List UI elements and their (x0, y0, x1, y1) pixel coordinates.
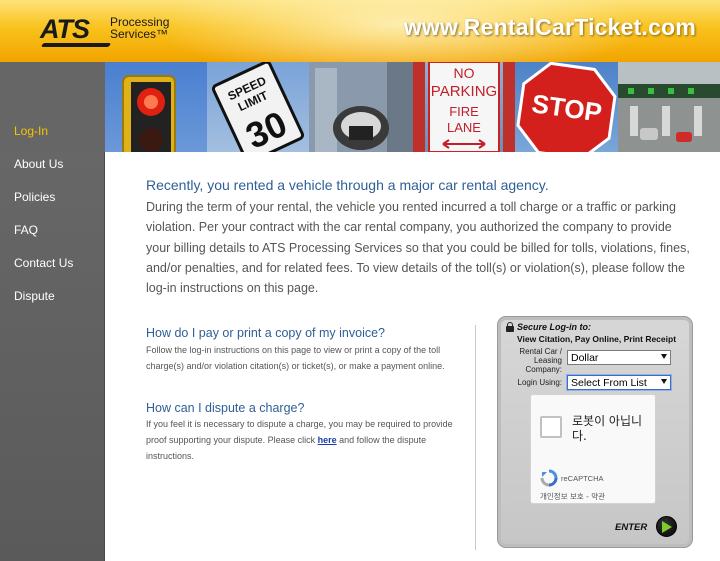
ats-logo[interactable]: ATS Processing Services™ (40, 14, 180, 47)
faq-pay-title: How do I pay or print a copy of my invoi… (146, 326, 386, 340)
login-using-label: Login Using: (517, 378, 562, 387)
photo-stop-sign: STOP (515, 62, 618, 152)
speed-limit-sign-image: SPEED LIMIT 30 (211, 62, 305, 152)
lock-icon (506, 322, 514, 332)
content-divider (475, 325, 476, 550)
login-subtitle: View Citation, Pay Online, Print Receipt (517, 334, 677, 344)
photo-parking-meter (309, 62, 413, 152)
svg-text:PARKING: PARKING (431, 83, 497, 100)
login-using-select-value: Select From List (571, 377, 647, 389)
logo-text: ATS (40, 14, 90, 44)
enter-label: ENTER (615, 522, 648, 533)
logo-swoosh (40, 43, 112, 47)
photo-traffic-light (105, 62, 207, 152)
photo-toll-plaza (618, 62, 720, 152)
faq-dispute-title: How can I dispute a charge? (146, 401, 305, 415)
recaptcha-widget: 로봇이 아닙니다. reCAPTCHA 개인정보 보호 - 약관 (530, 394, 656, 504)
sidebar-item-dispute[interactable]: Dispute (14, 289, 55, 303)
login-using-select[interactable]: Select From List (567, 375, 671, 390)
company-label-line2: Leasing (533, 356, 562, 365)
sidebar-item-policies[interactable]: Policies (14, 190, 55, 204)
svg-text:LANE: LANE (447, 120, 481, 135)
site-url: www.RentalCarTicket.com (403, 14, 696, 40)
photo-no-parking-sign: NO PARKING FIRE LANE (413, 62, 515, 152)
faq-dispute-body: If you feel it is necessary to dispute a… (146, 416, 466, 464)
sidebar-item-login[interactable]: Log-In (14, 124, 48, 138)
arrow-right-icon (662, 521, 672, 533)
login-title: Secure Log-in to: (517, 322, 591, 332)
photo-strip: SPEED LIMIT 30 NO PARKING FIRE LANE STOP (105, 62, 720, 152)
recaptcha-brand: reCAPTCHA (561, 474, 604, 483)
svg-text:FIRE: FIRE (449, 104, 479, 119)
toll-plaza-image (618, 62, 720, 152)
no-parking-sign-image: NO PARKING FIRE LANE (413, 62, 515, 152)
intro-title: Recently, you rented a vehicle through a… (146, 177, 549, 193)
photo-speed-limit-sign: SPEED LIMIT 30 (207, 62, 309, 152)
parking-meter-image (309, 62, 413, 152)
stop-sign-image: STOP (516, 62, 617, 152)
company-label: Rental Car / Leasing Company: (506, 347, 562, 374)
recaptcha-label: 로봇이 아닙니다. (572, 414, 643, 443)
chevron-down-icon (661, 354, 667, 359)
svg-text:NO: NO (454, 65, 475, 81)
chevron-down-icon (661, 379, 667, 384)
recaptcha-logo-icon (540, 469, 558, 487)
traffic-light-image (122, 75, 176, 152)
header: ATS Processing Services™ www.RentalCarTi… (0, 0, 720, 62)
dispute-here-link[interactable]: here (318, 435, 337, 445)
logo-subtext: Processing Services™ (110, 16, 169, 40)
sidebar-item-contact-us[interactable]: Contact Us (14, 256, 73, 270)
company-select[interactable]: Dollar (567, 350, 671, 365)
sidebar-item-about-us[interactable]: About Us (14, 157, 63, 171)
enter-button[interactable] (656, 516, 677, 537)
sidebar-item-faq[interactable]: FAQ (14, 223, 38, 237)
intro-body: During the term of your rental, the vehi… (146, 200, 690, 296)
recaptcha-terms-link[interactable]: 개인정보 보호 - 약관 (540, 491, 605, 502)
logo-subtext-line2: Services™ (110, 27, 169, 41)
faq-pay-body: Follow the log-in instructions on this p… (146, 345, 445, 371)
sidebar-top-band (0, 62, 105, 152)
company-label-line1: Rental Car / (519, 347, 562, 356)
company-select-value: Dollar (571, 352, 599, 364)
recaptcha-checkbox[interactable] (540, 416, 562, 438)
company-label-line3: Company: (525, 365, 562, 374)
